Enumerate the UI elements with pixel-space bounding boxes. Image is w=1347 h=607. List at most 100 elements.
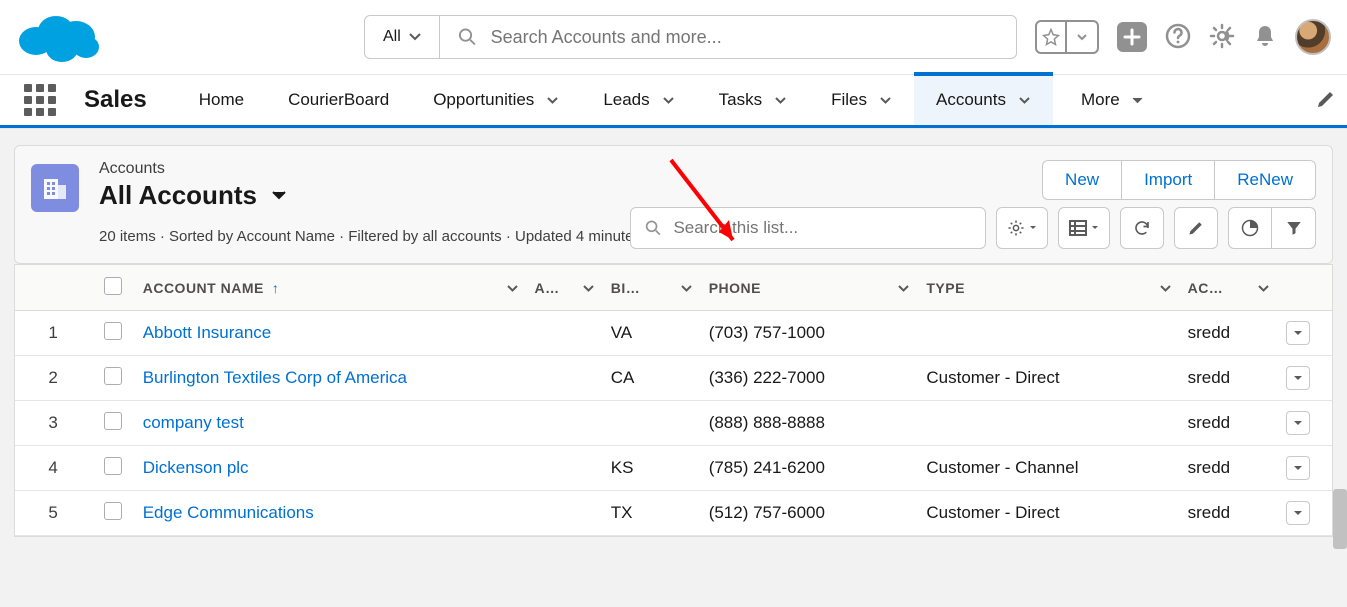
global-add-button[interactable]: [1117, 22, 1147, 52]
col-3[interactable]: PHONE: [701, 265, 919, 311]
col-4[interactable]: TYPE: [918, 265, 1179, 311]
refresh-button[interactable]: [1120, 207, 1164, 249]
col-select-all[interactable]: [91, 265, 135, 311]
edit-nav-pencil-icon[interactable]: [1315, 88, 1337, 113]
cell-state: TX: [603, 491, 701, 536]
favorites-split-button[interactable]: [1035, 20, 1099, 54]
checkbox[interactable]: [104, 367, 122, 385]
user-avatar[interactable]: [1295, 19, 1331, 55]
row-action-menu[interactable]: [1286, 501, 1310, 525]
global-header: All: [0, 0, 1347, 74]
list-search-box[interactable]: [630, 207, 986, 249]
cell-type: Customer - Direct: [918, 491, 1179, 536]
search-scope-select[interactable]: All: [364, 15, 439, 59]
row-action-menu[interactable]: [1286, 456, 1310, 480]
cell-actions: [1278, 491, 1332, 536]
import-button[interactable]: Import: [1121, 160, 1214, 200]
cell-checkbox[interactable]: [91, 356, 135, 401]
chevron-down-icon[interactable]: [879, 96, 892, 105]
col-1[interactable]: A…: [527, 265, 603, 311]
gear-icon: [1007, 219, 1025, 237]
account-link[interactable]: company test: [143, 413, 244, 432]
filter-button[interactable]: [1272, 207, 1316, 249]
list-header: Accounts All Accounts 20 items · Sorted …: [14, 145, 1333, 264]
checkbox[interactable]: [104, 412, 122, 430]
nav-item-opportunities[interactable]: Opportunities: [411, 75, 581, 125]
table-row: 1Abbott InsuranceVA(703) 757-1000sredd: [15, 311, 1332, 356]
checkbox[interactable]: [104, 322, 122, 340]
checkbox[interactable]: [104, 502, 122, 520]
nav-item-label: Accounts: [936, 90, 1006, 110]
checkbox[interactable]: [104, 277, 122, 295]
caret-down-icon: [1091, 225, 1099, 231]
nav-item-courierboard[interactable]: CourierBoard: [266, 75, 411, 125]
col-2[interactable]: BI…: [603, 265, 701, 311]
nav-item-accounts[interactable]: Accounts: [914, 75, 1053, 125]
renew-button[interactable]: ReNew: [1214, 160, 1316, 200]
nav-item-tasks[interactable]: Tasks: [697, 75, 809, 125]
nav-item-leads[interactable]: Leads: [581, 75, 696, 125]
cell-checkbox[interactable]: [91, 446, 135, 491]
global-search-input[interactable]: [491, 27, 998, 48]
chevron-down-icon[interactable]: [774, 96, 787, 105]
nav-more-label: More: [1081, 90, 1120, 110]
cell-phone: (512) 757-6000: [701, 491, 919, 536]
col-rownum[interactable]: [15, 265, 91, 311]
nav-item-label: CourierBoard: [288, 90, 389, 110]
cell-owner: sredd: [1180, 356, 1278, 401]
row-action-menu[interactable]: [1286, 366, 1310, 390]
cell-rownum: 1: [15, 311, 91, 356]
caret-down-icon[interactable]: [1067, 22, 1097, 52]
account-link[interactable]: Burlington Textiles Corp of America: [143, 368, 407, 387]
account-link[interactable]: Edge Communications: [143, 503, 314, 522]
col-5[interactable]: AC…: [1180, 265, 1278, 311]
global-search-box[interactable]: [439, 15, 1017, 59]
cell-checkbox[interactable]: [91, 311, 135, 356]
help-icon[interactable]: [1165, 23, 1191, 52]
chart-button[interactable]: [1228, 207, 1272, 249]
nav-item-label: Opportunities: [433, 90, 534, 110]
chevron-down-icon[interactable]: [662, 96, 675, 105]
checkbox[interactable]: [104, 457, 122, 475]
app-launcher-icon[interactable]: [24, 84, 56, 116]
star-icon[interactable]: [1037, 22, 1067, 52]
cell-owner: sredd: [1180, 446, 1278, 491]
notifications-bell-icon[interactable]: [1253, 23, 1277, 52]
list-name: All Accounts: [99, 180, 257, 211]
col-0[interactable]: ACCOUNT NAME↑: [135, 265, 527, 311]
list-action-buttons: NewImportReNew: [1042, 160, 1316, 200]
list-name-picker[interactable]: All Accounts: [99, 180, 670, 211]
cell-actions: [1278, 311, 1332, 356]
cell-actions: [1278, 401, 1332, 446]
nav-item-files[interactable]: Files: [809, 75, 914, 125]
chevron-down-icon[interactable]: [1018, 96, 1031, 105]
cell-type: [918, 401, 1179, 446]
chevron-down-icon[interactable]: [546, 96, 559, 105]
salesforce-logo-icon[interactable]: [16, 7, 104, 67]
nav-item-home[interactable]: Home: [177, 75, 266, 125]
col-actions[interactable]: [1278, 265, 1332, 311]
setup-gear-icon[interactable]: [1209, 23, 1235, 52]
list-search-input[interactable]: [673, 218, 971, 238]
row-action-menu[interactable]: [1286, 321, 1310, 345]
new-button[interactable]: New: [1042, 160, 1121, 200]
cell-name: Abbott Insurance: [135, 311, 527, 356]
account-entity-icon: [31, 164, 79, 212]
list-settings-gear-button[interactable]: [996, 207, 1048, 249]
display-as-button[interactable]: [1058, 207, 1110, 249]
nav-more[interactable]: More: [1059, 75, 1165, 125]
row-action-menu[interactable]: [1286, 411, 1310, 435]
cell-checkbox[interactable]: [91, 491, 135, 536]
inline-edit-button[interactable]: [1174, 207, 1218, 249]
table-row: 2Burlington Textiles Corp of AmericaCA(3…: [15, 356, 1332, 401]
cell-type: [918, 311, 1179, 356]
vertical-scrollbar[interactable]: [1333, 489, 1347, 549]
nav-item-label: Leads: [603, 90, 649, 110]
cell-checkbox[interactable]: [91, 401, 135, 446]
search-scope-label: All: [383, 28, 401, 46]
account-link[interactable]: Abbott Insurance: [143, 323, 272, 342]
cell-a: [527, 311, 603, 356]
cell-rownum: 4: [15, 446, 91, 491]
account-link[interactable]: Dickenson plc: [143, 458, 249, 477]
global-search: All: [364, 15, 1017, 59]
